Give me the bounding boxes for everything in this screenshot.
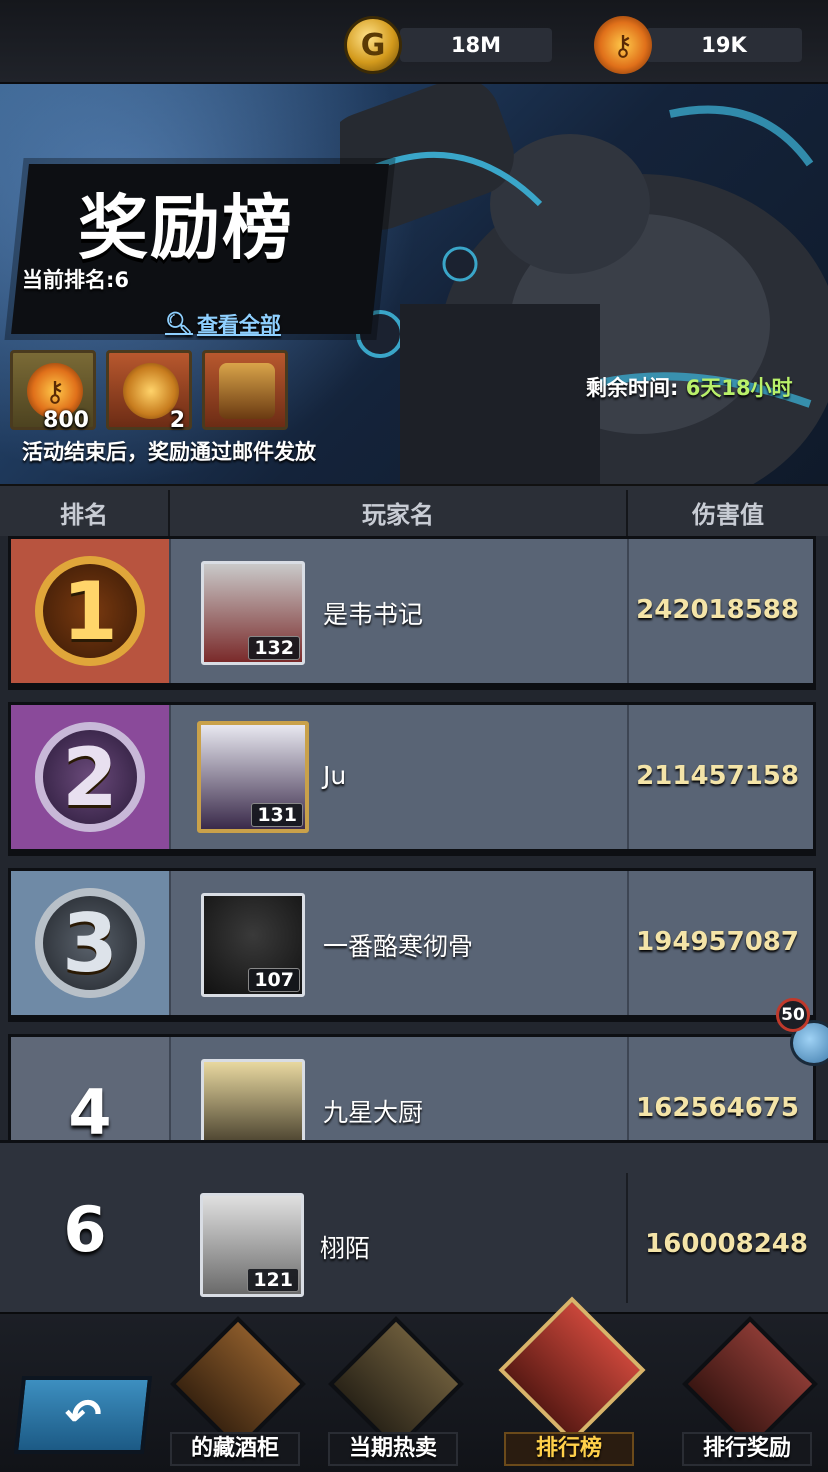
gold-coin-icon: G (344, 16, 402, 74)
view-all-label: 查看全部 (196, 313, 281, 337)
avatar[interactable]: 107 (201, 893, 305, 997)
reward-count: 2 (169, 408, 185, 433)
current-rank: 当前排名:6 (22, 268, 130, 292)
rank-cell: 1 (11, 539, 169, 683)
gold-amount: 18M (450, 33, 502, 57)
reward-slot-1[interactable]: ⚷ 800 (10, 350, 96, 433)
flame-key-icon: ⚷ (594, 16, 652, 74)
player-cell: 107 一番酪寒彻骨 (169, 871, 629, 1015)
reward-count: 800 (43, 408, 89, 433)
player-cell: 九星大厨 (169, 1037, 629, 1140)
search-icon: 🔍︎ (165, 311, 193, 337)
avatar[interactable]: 131 (197, 721, 309, 833)
boss-artwork (340, 84, 828, 484)
table-row[interactable]: 3 107 一番酪寒彻骨 194957087 (8, 868, 816, 1018)
player-cell: 131 Ju (169, 705, 629, 849)
player-level: 107 (248, 968, 300, 992)
reward-slot-3[interactable] (202, 350, 288, 430)
self-damage-value: 160008248 (645, 1229, 808, 1259)
silver-medal-icon: 2 (25, 717, 155, 837)
rank-cell: 3 (11, 871, 169, 1015)
damage-value: 211457158 (636, 761, 799, 791)
rank-cell: 6 (0, 1143, 170, 1315)
remaining-time: 剩余时间: 6天18小时 (586, 372, 793, 402)
rank-number: 4 (68, 1075, 112, 1141)
avatar[interactable]: 121 (200, 1193, 304, 1297)
chat-badge: 50 (776, 998, 810, 1032)
nav-item-hot-sale[interactable]: 当期热卖 (318, 1314, 468, 1472)
reward-slot-2[interactable]: 2 (106, 350, 192, 433)
mail-note: 活动结束后，奖励通过邮件发放 (22, 440, 316, 464)
back-arrow-icon: ↶ (61, 1389, 105, 1441)
header-rank: 排名 (60, 500, 108, 529)
banner-title: 奖励榜 (78, 187, 294, 269)
chat-bubble[interactable]: 50 (772, 994, 828, 1076)
table-row[interactable]: 4 九星大厨 162564675 (8, 1034, 816, 1140)
gold-counter: 18M (400, 28, 552, 62)
table-row[interactable]: 1 132 是韦书记 242018588 (8, 536, 816, 686)
bronze-medal-icon: 3 (25, 883, 155, 1003)
view-all-link[interactable]: 🔍︎ 查看全部 (165, 309, 281, 339)
damage-value: 162564675 (636, 1093, 799, 1123)
table-header: 排名 玩家名 伤害值 (0, 484, 828, 536)
player-level: 121 (247, 1268, 299, 1292)
header-player: 玩家名 (362, 500, 434, 529)
player-name: 九星大厨 (323, 1098, 424, 1127)
key-counter: 19K (646, 28, 802, 62)
nav-item-leaderboard[interactable]: 排行榜 (494, 1296, 646, 1472)
column-divider (626, 1173, 628, 1303)
nav-label: 排行榜 (535, 1436, 602, 1461)
leaderboard-icon (498, 1296, 646, 1444)
event-banner: 奖励榜 当前排名:6 🔍︎ 查看全部 ⚷ 800 2 剩余时间: 6天18小时 … (0, 84, 828, 484)
player-name: 一番酪寒彻骨 (323, 932, 474, 961)
damage-value: 242018588 (636, 595, 799, 625)
table-row[interactable]: 2 131 Ju 211457158 (8, 702, 816, 852)
damage-value: 194957087 (636, 927, 799, 957)
currency-bar: 18M G 19K ⚷ (0, 0, 828, 84)
nav-item-rank-rewards[interactable]: 排行奖励 (672, 1314, 822, 1472)
player-cell: 132 是韦书记 (169, 539, 629, 683)
nav-label: 当期热卖 (348, 1436, 437, 1461)
back-button[interactable]: ↶ (13, 1376, 153, 1454)
nav-label: 的藏酒柜 (190, 1436, 279, 1461)
self-rank-row: 6 121 栩陌 160008248 (0, 1140, 828, 1312)
remaining-value: 6天18小时 (685, 376, 793, 400)
key-amount: 19K (701, 33, 747, 57)
gold-medal-icon: 1 (25, 551, 155, 671)
player-name: 是韦书记 (323, 600, 424, 629)
nav-item-wine-cabinet[interactable]: 的藏酒柜 (160, 1314, 310, 1472)
player-level: 132 (248, 636, 300, 660)
player-name: Ju (323, 761, 347, 790)
avatar[interactable] (201, 1059, 305, 1140)
mystery-chest-icon (219, 363, 275, 419)
rank-cell: 4 (11, 1037, 169, 1140)
player-level: 131 (251, 803, 303, 827)
self-rank-number: 6 (63, 1192, 107, 1266)
rank-cell: 2 (11, 705, 169, 849)
self-player-name: 栩陌 (320, 1234, 371, 1263)
nav-label: 排行奖励 (702, 1436, 791, 1461)
bottom-nav: ↶ 的藏酒柜 当期热卖 排行榜 排行奖励 (0, 1296, 828, 1472)
remaining-label: 剩余时间: (586, 376, 679, 400)
avatar[interactable]: 132 (201, 561, 305, 665)
screen-root: 18M G 19K ⚷ 奖励榜 当前排名:6 🔍︎ 查看全部 ⚷ 800 2 剩… (0, 0, 828, 1472)
header-damage: 伤害值 (692, 500, 764, 529)
